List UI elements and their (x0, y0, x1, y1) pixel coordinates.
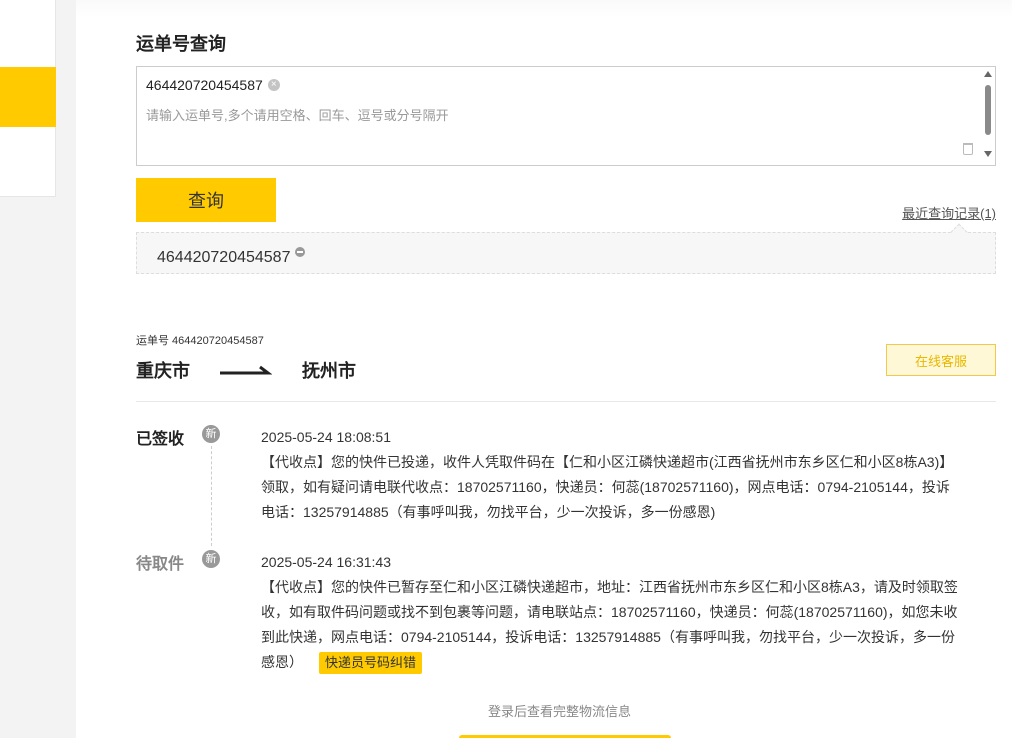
waybill-tag: 464420720454587 × (146, 77, 280, 93)
origin-city: 重庆市 (136, 361, 190, 381)
remove-history-icon[interactable] (295, 247, 306, 257)
event-status-signed: 已签收 (136, 431, 185, 448)
sidebar-card (0, 0, 56, 197)
event-status-pending: 待取件 (136, 556, 185, 573)
route: 重庆市 抚州市 (136, 357, 356, 383)
event-time: 2025-05-24 18:08:51 (261, 429, 391, 445)
timeline-connector (211, 446, 212, 546)
new-badge-icon: 新 (202, 425, 220, 443)
main-panel: 运单号查询 464420720454587 × 请输入运单号,多个请用空格、回车… (76, 0, 1012, 738)
scroll-down-arrow-icon[interactable] (984, 151, 992, 157)
event-description: 【代收点】您的快件已暂存至仁和小区江磷快递超市，地址：江西省抚州市东乡区仁和小区… (261, 575, 961, 675)
sidebar-active-item[interactable] (0, 67, 56, 127)
recent-queries-link[interactable]: 最近查询记录(1) (902, 203, 996, 222)
scroll-thumb[interactable] (985, 85, 991, 135)
divider (136, 401, 996, 402)
route-arrow-icon (220, 364, 272, 376)
destination-city: 抚州市 (302, 361, 356, 381)
remove-tag-icon[interactable]: × (267, 79, 280, 91)
online-service-button[interactable]: 在线客服 (886, 344, 996, 376)
history-item-number[interactable]: 464420720454587 (157, 249, 290, 267)
recent-queries-panel: 464420720454587 (136, 223, 996, 274)
courier-number-correction-button[interactable]: 快递员号码纠错 (319, 652, 423, 675)
scroll-up-arrow-icon[interactable] (984, 71, 992, 77)
waybill-input[interactable]: 464420720454587 × 请输入运单号,多个请用空格、回车、逗号或分号… (136, 66, 996, 166)
clear-trash-icon[interactable] (963, 143, 973, 155)
page-title: 运单号查询 (136, 34, 226, 54)
timeline-event: 2025-05-24 16:31:43 【代收点】您的快件已暂存至仁和小区江磷快… (261, 550, 961, 675)
event-description: 【代收点】您的快件已投递，收件人凭取件码在【仁和小区江磷快递超市(江西省抚州市东… (261, 454, 954, 520)
new-badge-icon: 新 (202, 550, 220, 568)
login-for-full-info-link[interactable]: 登录后查看完整物流信息 (488, 701, 631, 720)
history-item[interactable]: 464420720454587 (157, 247, 306, 267)
input-scrollbar[interactable] (983, 71, 993, 161)
top-bar (76, 0, 1012, 18)
input-placeholder: 请输入运单号,多个请用空格、回车、逗号或分号隔开 (146, 108, 449, 123)
event-time: 2025-05-24 16:31:43 (261, 554, 391, 570)
waybill-tag-text: 464420720454587 (146, 77, 263, 93)
query-button[interactable]: 查询 (136, 178, 276, 222)
waybill-number-label: 运单号 464420720454587 (136, 335, 264, 347)
timeline-event: 2025-05-24 18:08:51 【代收点】您的快件已投递，收件人凭取件码… (261, 425, 961, 525)
panel-pointer (950, 223, 968, 241)
